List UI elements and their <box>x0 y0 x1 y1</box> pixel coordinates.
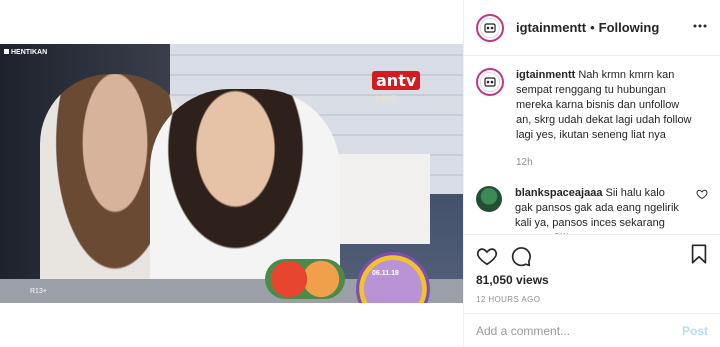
channel-live-label: LIVE <box>376 94 398 103</box>
comment-item: blankspaceajaaa Sii halu kalo gak pansos… <box>476 186 708 234</box>
profile-logo-icon <box>484 22 496 33</box>
bookmark-icon[interactable] <box>688 243 710 265</box>
caption-body: igtainmentt Nah krmn kmrn kan sempat ren… <box>516 68 696 170</box>
post-header: igtainmentt • Following <box>464 0 720 56</box>
comments-list[interactable]: igtainmentt Nah krmn kmrn kan sempat ren… <box>464 56 720 234</box>
caption: igtainmentt Nah krmn kmrn kan sempat ren… <box>476 68 708 170</box>
author-avatar-inner <box>480 17 500 38</box>
media-pane: 06.11.18 antv LIVE HENTIKAN R13+ <box>0 0 463 347</box>
comment-icon[interactable] <box>510 245 532 267</box>
view-count[interactable]: 81,050 views <box>476 273 708 287</box>
caption-avatar-inner <box>480 72 500 92</box>
separator-dot: • <box>590 20 595 35</box>
caption-time: 12h <box>516 157 533 168</box>
caption-avatar[interactable] <box>476 68 504 96</box>
comment-username[interactable]: blankspaceajaaa <box>515 187 602 199</box>
rating-label: R13+ <box>30 288 47 295</box>
video-date-badge <box>356 252 430 303</box>
author-username[interactable]: igtainmentt <box>516 20 586 35</box>
posted-time[interactable]: 12 HOURS AGO <box>476 295 708 304</box>
following-button[interactable]: Following <box>599 20 660 35</box>
video-player[interactable]: 06.11.18 antv LIVE HENTIKAN R13+ <box>0 44 463 303</box>
add-comment-bar: Post <box>464 313 720 347</box>
comment-body: blankspaceajaaa Sii halu kalo gak pansos… <box>515 186 685 234</box>
stop-label: HENTIKAN <box>4 49 47 56</box>
action-icons <box>476 239 708 273</box>
post-actions: 81,050 views 12 HOURS AGO Post <box>464 234 720 347</box>
caption-username[interactable]: igtainmentt <box>516 69 575 81</box>
author-avatar[interactable] <box>476 13 504 42</box>
video-date-text: 06.11.18 <box>372 270 399 277</box>
comment-input[interactable] <box>476 324 682 338</box>
stop-label-text: HENTIKAN <box>11 49 48 56</box>
comment-like-heart-icon[interactable] <box>696 188 708 200</box>
stop-icon <box>4 49 9 54</box>
channel-logo: antv <box>372 71 421 90</box>
post-comment-button[interactable]: Post <box>682 324 708 338</box>
video-flowers <box>265 259 345 299</box>
heart-icon[interactable] <box>476 245 498 267</box>
profile-logo-icon <box>484 77 496 87</box>
post-sidebar: igtainmentt • Following igtainmentt Nah … <box>463 0 720 347</box>
commenter-avatar[interactable] <box>476 186 502 212</box>
more-horizontal-icon[interactable] <box>692 18 708 34</box>
